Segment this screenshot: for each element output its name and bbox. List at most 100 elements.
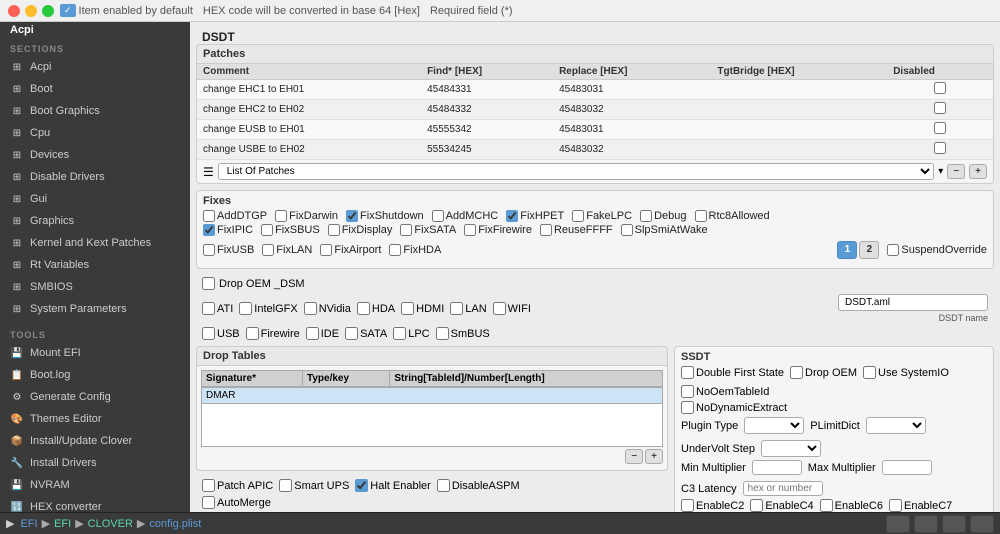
fix-fix-sbus-checkbox[interactable] — [261, 224, 273, 236]
sidebar-item-devices[interactable]: ⊞ Devices — [0, 144, 190, 166]
ssdt-plimit-dict-select[interactable] — [866, 417, 926, 434]
fix-reuse-ffff-checkbox[interactable] — [540, 224, 552, 236]
sidebar-item-nvram[interactable]: 💾 NVRAM — [0, 474, 190, 496]
sidebar-item-graphics[interactable]: ⊞ Graphics — [0, 210, 190, 232]
fix-fix-lan-checkbox[interactable] — [262, 244, 274, 256]
sidebar-item-gui[interactable]: ⊞ Gui — [0, 188, 190, 210]
sidebar-item-rt-variables[interactable]: ⊞ Rt Variables — [0, 254, 190, 276]
fix-fix-display: FixDisplay — [328, 224, 393, 236]
bitmask-lan-checkbox[interactable] — [450, 302, 463, 315]
page-btn-2[interactable]: 2 — [859, 241, 879, 259]
fix-rtc8allowed-checkbox[interactable] — [695, 210, 707, 222]
disable-aspm-checkbox[interactable] — [437, 479, 450, 492]
ssdt-double-first-state: Double First State — [681, 366, 784, 379]
bitmask-ide-checkbox[interactable] — [306, 327, 319, 340]
auto-merge-checkbox[interactable] — [202, 496, 215, 509]
fix-fix-sata-checkbox[interactable] — [400, 224, 412, 236]
bitmask-firewire-checkbox[interactable] — [246, 327, 259, 340]
patch-apic-checkbox[interactable] — [202, 479, 215, 492]
ssdt-enable-c2-checkbox[interactable] — [681, 499, 694, 512]
fix-slp-smi-at-wake-checkbox[interactable] — [621, 224, 633, 236]
sidebar-item-boot[interactable]: ⊞ Boot — [0, 78, 190, 100]
sidebar-item-boot-log[interactable]: 📋 Boot.log — [0, 364, 190, 386]
patch-disabled-4[interactable] — [887, 140, 993, 160]
sidebar-item-generate-config[interactable]: ⚙ Generate Config — [0, 386, 190, 408]
close-button[interactable] — [8, 5, 20, 17]
disable-aspm-label: DisableASPM — [452, 480, 520, 492]
sidebar-item-install-clover[interactable]: 📦 Install/Update Clover — [0, 430, 190, 452]
ssdt-row-2: NoDynamicExtract — [681, 401, 987, 414]
ssdt-max-mult-input[interactable] — [882, 460, 932, 475]
fix-fix-firewire-checkbox[interactable] — [464, 224, 476, 236]
minimize-button[interactable] — [25, 5, 37, 17]
sidebar-item-smbios[interactable]: ⊞ SMBIOS — [0, 276, 190, 298]
patch-disabled-2[interactable] — [887, 100, 993, 120]
bitmask-sata-checkbox[interactable] — [345, 327, 358, 340]
table-row: change USBE to EH02 55534245 45483032 — [197, 140, 993, 160]
sidebar-item-disable-drivers[interactable]: ⊞ Disable Drivers — [0, 166, 190, 188]
sidebar-item-system-params[interactable]: ⊞ System Parameters — [0, 298, 190, 320]
fix-fake-lpc-checkbox[interactable] — [572, 210, 584, 222]
bitmask-ati-checkbox[interactable] — [202, 302, 215, 315]
fix-fix-hda-checkbox[interactable] — [389, 244, 401, 256]
halt-enabler-checkbox[interactable] — [355, 479, 368, 492]
fix-fix-shutdown-checkbox[interactable] — [346, 210, 358, 222]
remove-dt-button[interactable]: − — [625, 449, 643, 464]
ssdt-drop-oem-label: Drop OEM — [805, 367, 857, 379]
patch-disabled-3[interactable] — [887, 120, 993, 140]
footer-btn-1[interactable] — [886, 515, 910, 533]
bitmask-smbus-checkbox[interactable] — [436, 327, 449, 340]
bitmask-wifi-checkbox[interactable] — [493, 302, 506, 315]
sidebar-item-themes-editor[interactable]: 🎨 Themes Editor — [0, 408, 190, 430]
bitmask-hdmi-checkbox[interactable] — [401, 302, 414, 315]
ssdt-undervolt-step-select[interactable] — [761, 440, 821, 457]
bitmask-intelgfx-checkbox[interactable] — [239, 302, 252, 315]
sidebar-item-hex-converter[interactable]: 🔢 HEX converter — [0, 496, 190, 512]
footer-btn-2[interactable] — [914, 515, 938, 533]
drop-oem-dsm-checkbox[interactable] — [202, 277, 215, 290]
maximize-button[interactable] — [42, 5, 54, 17]
ssdt-drop-oem-checkbox[interactable] — [790, 366, 803, 379]
bitmask-lpc-checkbox[interactable] — [393, 327, 406, 340]
fix-suspend-override-checkbox[interactable] — [887, 244, 899, 256]
footer-btn-3[interactable] — [942, 515, 966, 533]
ssdt-double-first-state-checkbox[interactable] — [681, 366, 694, 379]
ssdt-enable-c4-checkbox[interactable] — [750, 499, 763, 512]
list-of-patches-select[interactable]: List Of Patches — [218, 163, 935, 180]
ssdt-enable-c6-checkbox[interactable] — [820, 499, 833, 512]
ssdt-c3-latency-input[interactable] — [743, 481, 823, 496]
sidebar-item-boot-graphics[interactable]: ⊞ Boot Graphics — [0, 100, 190, 122]
bitmask-hda-checkbox[interactable] — [357, 302, 370, 315]
sidebar-item-install-drivers[interactable]: 🔧 Install Drivers — [0, 452, 190, 474]
sidebar-item-mount-efi[interactable]: 💾 Mount EFI — [0, 342, 190, 364]
dsdt-name-input[interactable] — [838, 294, 988, 311]
bitmask-usb-checkbox[interactable] — [202, 327, 215, 340]
ssdt-use-systemio-checkbox[interactable] — [863, 366, 876, 379]
fix-fix-hpet-checkbox[interactable] — [506, 210, 518, 222]
bitmask-nvidia-checkbox[interactable] — [304, 302, 317, 315]
fix-fix-airport-checkbox[interactable] — [320, 244, 332, 256]
page-btn-1[interactable]: 1 — [837, 241, 857, 259]
patch-disabled-1[interactable] — [887, 80, 993, 100]
ssdt-enable-c7-checkbox[interactable] — [889, 499, 902, 512]
ssdt-no-dynamic-extract-checkbox[interactable] — [681, 401, 694, 414]
fix-fix-darwin-checkbox[interactable] — [275, 210, 287, 222]
ssdt-no-oem-table-id-checkbox[interactable] — [681, 385, 694, 398]
sidebar-item-kernel-kext[interactable]: ⊞ Kernel and Kext Patches — [0, 232, 190, 254]
ssdt-plugin-type-select[interactable] — [744, 417, 804, 434]
smart-ups-checkbox[interactable] — [279, 479, 292, 492]
fix-add-dtgp-checkbox[interactable] — [203, 210, 215, 222]
ssdt-min-mult-input[interactable] — [752, 460, 802, 475]
sidebar-item-cpu[interactable]: ⊞ Cpu — [0, 122, 190, 144]
add-patch-button[interactable]: + — [969, 164, 987, 179]
add-dt-button[interactable]: + — [645, 449, 663, 464]
fix-debug-checkbox[interactable] — [640, 210, 652, 222]
fix-fix-ipic-checkbox[interactable] — [203, 224, 215, 236]
fix-fix-usb-checkbox[interactable] — [203, 244, 215, 256]
list-item[interactable]: DMAR — [202, 388, 662, 404]
sidebar-item-acpi[interactable]: ⊞ Acpi — [0, 56, 190, 78]
footer-btn-4[interactable] — [970, 515, 994, 533]
fix-fix-display-checkbox[interactable] — [328, 224, 340, 236]
remove-patch-button[interactable]: − — [947, 164, 965, 179]
fix-add-mchc-checkbox[interactable] — [432, 210, 444, 222]
